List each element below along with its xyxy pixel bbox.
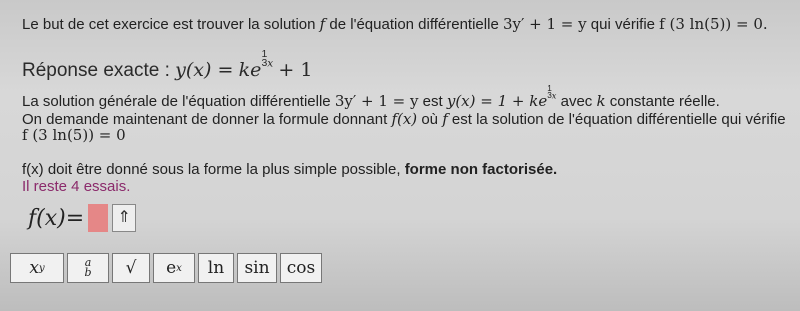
- answer-row: f(x)= ⇑: [28, 204, 137, 232]
- fraction-button[interactable]: ab: [67, 253, 109, 283]
- power-button[interactable]: xy: [10, 253, 64, 283]
- request-line: On demande maintenant de donner la formu…: [22, 110, 786, 128]
- answer-input[interactable]: [88, 204, 109, 232]
- exercise-screen: Le but de cet exercice est trouver la so…: [0, 0, 800, 311]
- attempts-remaining: Il reste 4 essais.: [22, 178, 131, 195]
- form-instruction: f(x) doit être donné sous la forme la pl…: [22, 161, 558, 178]
- request-condition: f (3 ln(5)) = 0: [22, 126, 126, 144]
- expand-arrow-button[interactable]: ⇑: [112, 204, 137, 232]
- exp-button[interactable]: ex: [153, 253, 195, 283]
- sqrt-icon: √: [125, 258, 137, 278]
- sqrt-button[interactable]: √: [112, 253, 150, 283]
- intro-line: Le but de cet exercice est trouver la so…: [22, 15, 768, 33]
- expected-answer-line: Réponse exacte : y(x) = ke 1 3 x + 1: [22, 49, 313, 81]
- cos-button[interactable]: cos: [280, 253, 322, 283]
- answer-label: f(x)=: [28, 205, 85, 231]
- general-solution-line: La solution générale de l'équation diffé…: [22, 84, 720, 110]
- ln-button[interactable]: ln: [198, 253, 234, 283]
- math-toolbar: xy ab √ ex ln sin cos: [10, 253, 322, 283]
- sin-button[interactable]: sin: [237, 253, 277, 283]
